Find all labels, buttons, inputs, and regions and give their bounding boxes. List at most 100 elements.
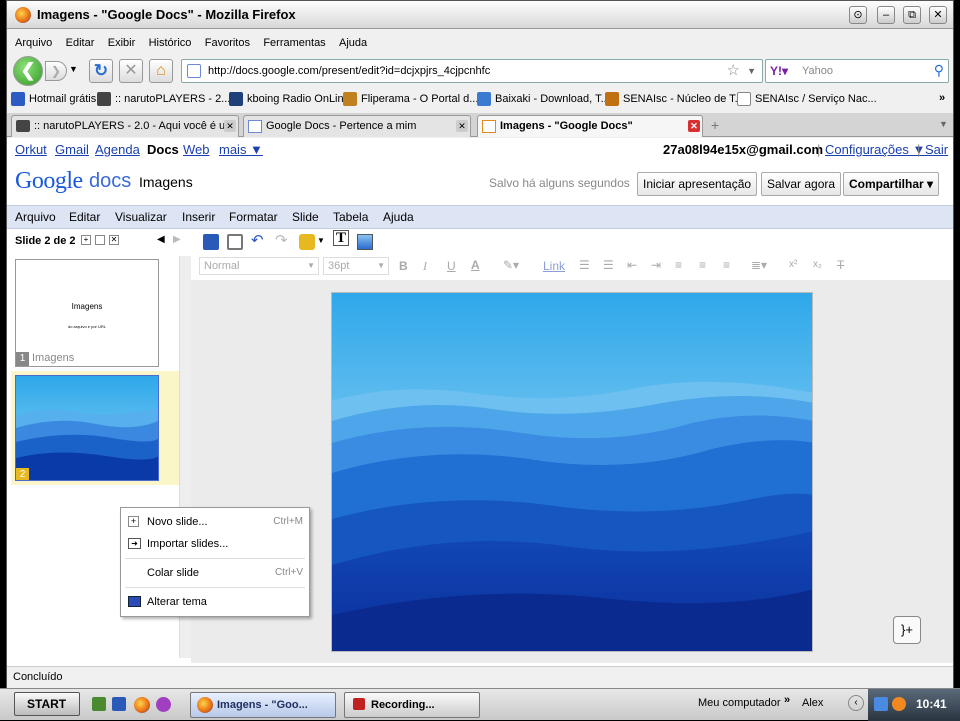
tab-close-icon[interactable]: ✕: [688, 120, 700, 132]
link-agenda[interactable]: Agenda: [95, 142, 140, 157]
link-web[interactable]: Web: [183, 142, 210, 157]
start-button[interactable]: START: [14, 692, 80, 716]
search-icon[interactable]: ⚲: [934, 59, 944, 81]
document-title[interactable]: Imagens: [139, 174, 193, 190]
next-slide-icon[interactable]: ▶: [173, 234, 181, 245]
minimize-button[interactable]: –: [877, 6, 895, 24]
quicklaunch-firefox-icon[interactable]: [134, 697, 150, 713]
tab-close-icon[interactable]: ✕: [456, 120, 468, 132]
google-logo[interactable]: Google: [15, 168, 83, 195]
bookmark-item[interactable]: kboing Radio OnLine: [229, 92, 350, 106]
text-color-button[interactable]: A: [471, 258, 480, 272]
docs-menu-editar[interactable]: Editar: [69, 210, 100, 224]
tab-list-icon[interactable]: ▼: [939, 119, 948, 129]
docs-menu-visualizar[interactable]: Visualizar: [115, 210, 167, 224]
quicklaunch-messenger-icon[interactable]: [156, 697, 171, 712]
slide-thumbnail-1[interactable]: Imagens do arquivo e por URL 1 Imagens: [15, 259, 159, 367]
bookmark-item[interactable]: :: narutoPLAYERS - 2....: [97, 92, 233, 106]
docs-menu-formatar[interactable]: Formatar: [229, 210, 278, 224]
bookmarks-overflow-icon[interactable]: »: [939, 92, 945, 104]
ctx-import-slides[interactable]: ➜ Importar slides...: [121, 533, 309, 555]
menu-historico[interactable]: Histórico: [149, 33, 192, 53]
subscript-button[interactable]: x₂: [813, 259, 822, 270]
task-firefox[interactable]: Imagens - "Goo...: [190, 692, 336, 718]
italic-button[interactable]: I: [423, 259, 427, 274]
underline-button[interactable]: U: [447, 259, 456, 273]
link-signout[interactable]: Sair: [925, 142, 948, 157]
undo-icon[interactable]: ↶: [251, 231, 264, 249]
insert-shape-icon[interactable]: [299, 234, 315, 250]
save-now-button[interactable]: Salvar agora: [761, 172, 842, 196]
link-orkut[interactable]: Orkut: [15, 142, 47, 157]
prev-slide-icon[interactable]: ◀: [157, 234, 165, 245]
start-presentation-button[interactable]: Iniciar apresentação: [637, 172, 758, 196]
restore-button[interactable]: ⧉: [903, 6, 921, 24]
insert-image-icon[interactable]: [357, 234, 373, 250]
delete-slide-icon[interactable]: ✕: [109, 235, 119, 245]
superscript-button[interactable]: x²: [789, 259, 797, 270]
bookmark-item[interactable]: SENAIsc - Núcleo de T...: [605, 92, 744, 106]
tab-imagens[interactable]: Imagens - "Google Docs" ✕: [477, 115, 703, 137]
home-icon[interactable]: ⌂: [149, 59, 173, 83]
tab-google-docs[interactable]: Google Docs - Pertence a mim ✕: [243, 115, 471, 137]
numbered-list-icon[interactable]: ☰: [579, 258, 590, 272]
shape-dropdown-icon[interactable]: ▼: [317, 236, 325, 245]
docs-menu-inserir[interactable]: Inserir: [182, 210, 215, 224]
close-window-button[interactable]: ✕: [929, 6, 947, 24]
highlight-color-icon[interactable]: ✎▾: [503, 258, 519, 272]
menu-ferramentas[interactable]: Ferramentas: [263, 33, 325, 53]
tray-overflow-icon[interactable]: »: [784, 694, 790, 706]
align-left-icon[interactable]: ≡: [675, 258, 682, 272]
bold-button[interactable]: B: [399, 259, 408, 273]
bookmark-item[interactable]: Hotmail grátis: [11, 92, 96, 106]
docs-menu-slide[interactable]: Slide: [292, 210, 319, 224]
ctx-paste-slide[interactable]: Colar slide Ctrl+V: [121, 562, 309, 584]
increase-indent-icon[interactable]: ⇥: [651, 258, 661, 272]
redo-icon[interactable]: ↷: [275, 231, 288, 249]
new-tab-button[interactable]: +: [711, 117, 719, 133]
bookmark-item[interactable]: Fliperama - O Portal d...: [343, 92, 478, 106]
font-size-select[interactable]: 36pt ▼: [323, 257, 389, 275]
quicklaunch-word-icon[interactable]: [112, 697, 126, 711]
docs-menu-arquivo[interactable]: Arquivo: [15, 210, 56, 224]
bulleted-list-icon[interactable]: ☰: [603, 258, 614, 272]
menu-editar[interactable]: Editar: [66, 33, 95, 53]
bookmark-item[interactable]: SENAIsc / Serviço Nac...: [737, 92, 877, 106]
ctx-change-theme[interactable]: Alterar tema: [121, 591, 309, 613]
task-recording[interactable]: Recording...: [344, 692, 480, 718]
speaker-notes-icon[interactable]: }+: [893, 616, 921, 644]
link-gmail[interactable]: Gmail: [55, 142, 89, 157]
align-center-icon[interactable]: ≡: [699, 258, 706, 272]
duplicate-slide-icon[interactable]: [95, 235, 105, 245]
line-spacing-icon[interactable]: ≣▾: [751, 258, 767, 272]
insert-text-icon[interactable]: T: [333, 230, 349, 246]
tray-user-label[interactable]: Alex: [802, 697, 823, 709]
decrease-indent-icon[interactable]: ⇤: [627, 258, 637, 272]
align-right-icon[interactable]: ≡: [723, 258, 730, 272]
help-window-button[interactable]: ⊙: [849, 6, 867, 24]
share-button[interactable]: Compartilhar ▾: [843, 172, 940, 196]
menu-exibir[interactable]: Exibir: [108, 33, 136, 53]
url-bar[interactable]: http://docs.google.com/present/edit?id=d…: [181, 59, 763, 83]
current-slide[interactable]: [331, 292, 813, 652]
forward-button[interactable]: ❯: [45, 61, 67, 81]
style-select[interactable]: Normal ▼: [199, 257, 319, 275]
ctx-new-slide[interactable]: + Novo slide... Ctrl+M: [121, 511, 309, 533]
url-dropdown-icon[interactable]: ▼: [747, 60, 756, 82]
print-icon[interactable]: [227, 234, 243, 250]
quicklaunch-desktop-icon[interactable]: [92, 697, 106, 711]
add-slide-icon[interactable]: +: [81, 235, 91, 245]
tray-app-icon[interactable]: [892, 697, 906, 711]
docs-menu-tabela[interactable]: Tabela: [333, 210, 368, 224]
back-button[interactable]: ❮: [13, 56, 43, 86]
link-button[interactable]: Link: [543, 259, 565, 273]
bookmark-item[interactable]: Baixaki - Download, T...: [477, 92, 610, 106]
tab-naruto[interactable]: :: narutoPLAYERS - 2.0 - Aqui você é u..…: [11, 115, 239, 137]
reload-icon[interactable]: ↻: [89, 59, 113, 83]
docs-menu-ajuda[interactable]: Ajuda: [383, 210, 414, 224]
history-dropdown-icon[interactable]: ▼: [69, 64, 78, 74]
menu-ajuda[interactable]: Ajuda: [339, 33, 367, 53]
link-more[interactable]: mais ▼: [219, 142, 263, 157]
tray-collapse-icon[interactable]: ‹: [848, 695, 864, 711]
tab-close-icon[interactable]: ✕: [224, 120, 236, 132]
